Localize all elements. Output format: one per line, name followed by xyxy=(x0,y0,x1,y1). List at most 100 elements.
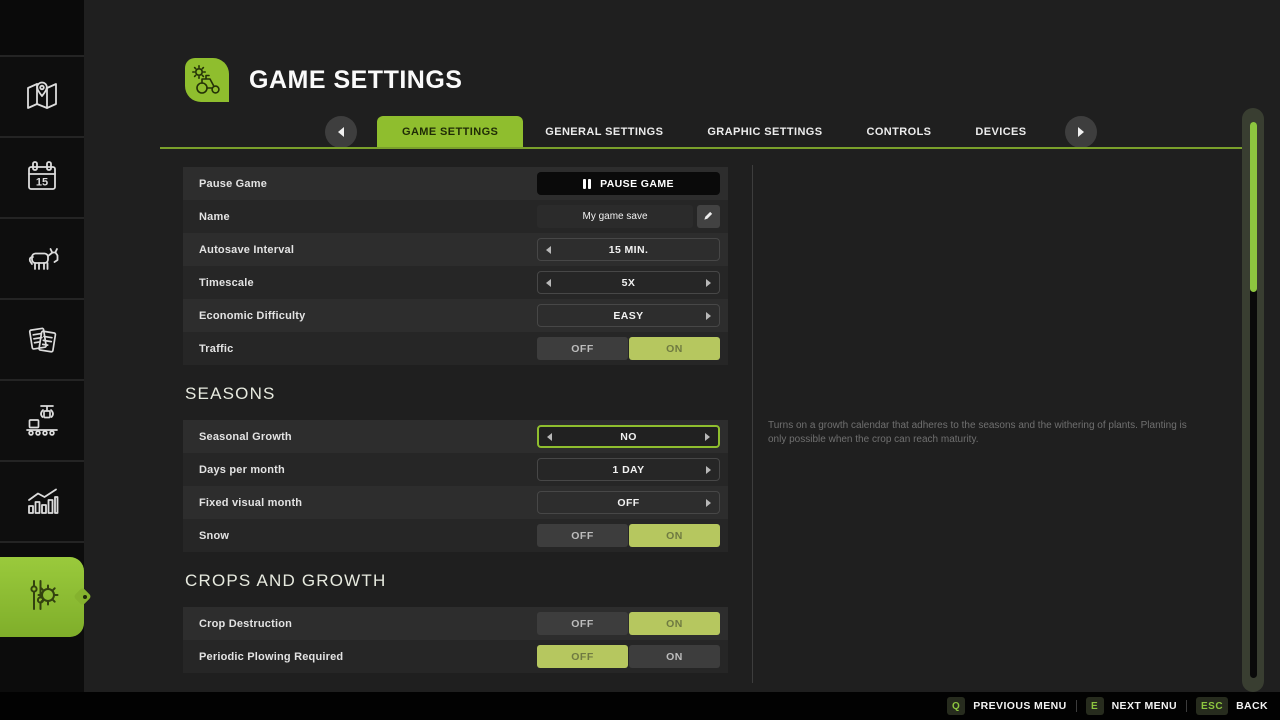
increase-arrow-icon[interactable] xyxy=(706,311,711,320)
setting-label: Traffic xyxy=(199,342,234,355)
setting-label: Pause Game xyxy=(199,177,268,190)
selector-value: 15 MIN. xyxy=(608,243,649,256)
economic-difficulty-control: EASY xyxy=(537,304,720,327)
tab-graphic-settings[interactable]: GRAPHIC SETTINGS xyxy=(685,116,844,148)
increase-arrow-icon[interactable] xyxy=(706,498,711,507)
section-title-seasons: SEASONS xyxy=(185,384,276,403)
traffic-control: OFF ON xyxy=(537,337,720,360)
crop-destruction-toggle: OFF ON xyxy=(537,612,720,635)
days-per-month-selector[interactable]: 1 DAY xyxy=(537,458,720,481)
tab-underline xyxy=(160,147,1242,149)
hint-back[interactable]: ESC BACK xyxy=(1196,697,1268,715)
tab-controls[interactable]: CONTROLS xyxy=(845,116,954,148)
sidebar-item-calendar[interactable]: 15 xyxy=(0,138,84,219)
increase-arrow-icon[interactable] xyxy=(706,465,711,474)
key-badge-e: E xyxy=(1085,697,1104,715)
timescale-selector[interactable]: 5X xyxy=(537,271,720,294)
sidebar-top-spacer xyxy=(0,0,84,57)
setting-label: Snow xyxy=(199,529,230,542)
name-control: My game save xyxy=(537,205,720,228)
scrollbar-thumb[interactable] xyxy=(1249,122,1257,292)
selector-value: NO xyxy=(620,430,637,443)
toggle-on-option[interactable]: ON xyxy=(629,524,720,547)
seasonal-growth-selector[interactable]: NO xyxy=(537,425,720,448)
animals-icon xyxy=(20,237,64,281)
sidebar-item-animals[interactable] xyxy=(0,219,84,300)
setting-row-snow: Snow OFF ON xyxy=(183,519,728,552)
sidebar-item-map[interactable] xyxy=(0,57,84,138)
setting-row-days-per-month: Days per month 1 DAY xyxy=(183,453,728,486)
hint-next-menu[interactable]: E NEXT MENU xyxy=(1085,697,1177,715)
economic-difficulty-selector[interactable]: EASY xyxy=(537,304,720,327)
increase-arrow-icon[interactable] xyxy=(705,432,710,441)
autosave-interval-selector[interactable]: 15 MIN. xyxy=(537,238,720,261)
selector-value: 5X xyxy=(621,276,636,289)
toggle-on-option[interactable]: ON xyxy=(629,645,720,668)
sidebar-item-production[interactable] xyxy=(0,381,84,462)
increase-arrow-icon[interactable] xyxy=(706,278,711,287)
setting-row-crop-destruction: Crop Destruction OFF ON xyxy=(183,607,728,640)
hint-separator xyxy=(1075,700,1077,712)
tab-general-settings[interactable]: GENERAL SETTINGS xyxy=(523,116,685,148)
toggle-off-option[interactable]: OFF xyxy=(537,524,628,547)
tabs-scroll-left-button[interactable] xyxy=(325,116,357,148)
setting-row-periodic-plowing-required: Periodic Plowing Required OFF ON xyxy=(183,640,728,673)
selector-value: 1 DAY xyxy=(612,463,645,476)
selector-value: OFF xyxy=(617,496,640,509)
timescale-control: 5X xyxy=(537,271,720,294)
setting-row-pause-game: Pause Game PAUSE GAME xyxy=(183,167,728,200)
toggle-on-option[interactable]: ON xyxy=(629,612,720,635)
production-icon xyxy=(20,399,64,443)
page-title: GAME SETTINGS xyxy=(249,66,463,94)
setting-label: Crop Destruction xyxy=(199,617,293,630)
statistics-icon xyxy=(20,480,64,524)
toggle-off-option[interactable]: OFF xyxy=(537,612,628,635)
toggle-on-option[interactable]: ON xyxy=(629,337,720,360)
hint-label: NEXT MENU xyxy=(1111,700,1177,712)
hint-previous-menu[interactable]: Q PREVIOUS MENU xyxy=(946,697,1067,715)
toggle-off-option[interactable]: OFF xyxy=(537,645,628,668)
button-label: PAUSE GAME xyxy=(600,177,674,190)
setting-description: Turns on a growth calendar that adheres … xyxy=(768,420,1187,445)
sidebar-item-statistics[interactable] xyxy=(0,462,84,543)
snow-toggle: OFF ON xyxy=(537,524,720,547)
setting-row-timescale: Timescale 5X xyxy=(183,266,728,299)
key-badge-q: Q xyxy=(946,697,966,715)
name-input[interactable]: My game save xyxy=(537,205,693,228)
tab-devices[interactable]: DEVICES xyxy=(953,116,1048,148)
tab-bar: GAME SETTINGS GENERAL SETTINGS GRAPHIC SET… xyxy=(325,116,1097,148)
settings-list: Pause Game PAUSE GAME Name My game save Auto… xyxy=(183,167,728,673)
settings-icon xyxy=(20,573,64,622)
page-scrollbar xyxy=(1242,108,1264,692)
active-tab-notch-dot xyxy=(83,595,87,599)
decrease-arrow-icon[interactable] xyxy=(546,245,551,254)
tab-game-settings[interactable]: GAME SETTINGS xyxy=(377,116,524,148)
setting-label: Autosave Interval xyxy=(199,243,295,256)
periodic-plowing-required-toggle: OFF ON xyxy=(537,645,720,668)
fixed-visual-month-control: OFF xyxy=(537,491,720,514)
tabs-scroll-right-button[interactable] xyxy=(1064,116,1097,148)
edit-name-button[interactable] xyxy=(697,205,720,228)
selector-value: EASY xyxy=(613,309,644,322)
hint-label: PREVIOUS MENU xyxy=(973,700,1067,712)
svg-text:15: 15 xyxy=(36,176,48,188)
key-badge-esc: ESC xyxy=(1196,697,1229,715)
decrease-arrow-icon[interactable] xyxy=(547,432,552,441)
traffic-toggle: OFF ON xyxy=(537,337,720,360)
setting-label: Economic Difficulty xyxy=(199,309,306,322)
crop-destruction-control: OFF ON xyxy=(537,612,720,635)
decrease-arrow-icon[interactable] xyxy=(546,278,551,287)
setting-row-name: Name My game save xyxy=(183,200,728,233)
sidebar-item-contracts[interactable] xyxy=(0,300,84,381)
pause-game-button[interactable]: PAUSE GAME xyxy=(537,172,720,195)
sidebar: 15 xyxy=(0,0,92,692)
sidebar-item-settings[interactable] xyxy=(0,557,92,637)
pencil-icon xyxy=(703,208,714,226)
setting-label: Fixed visual month xyxy=(199,496,303,509)
hint-label: BACK xyxy=(1236,700,1268,712)
setting-row-traffic: Traffic OFF ON xyxy=(183,332,728,365)
toggle-off-option[interactable]: OFF xyxy=(537,337,628,360)
setting-row-fixed-visual-month: Fixed visual month OFF xyxy=(183,486,728,519)
seasonal-growth-control: NO xyxy=(537,425,720,448)
fixed-visual-month-selector[interactable]: OFF xyxy=(537,491,720,514)
